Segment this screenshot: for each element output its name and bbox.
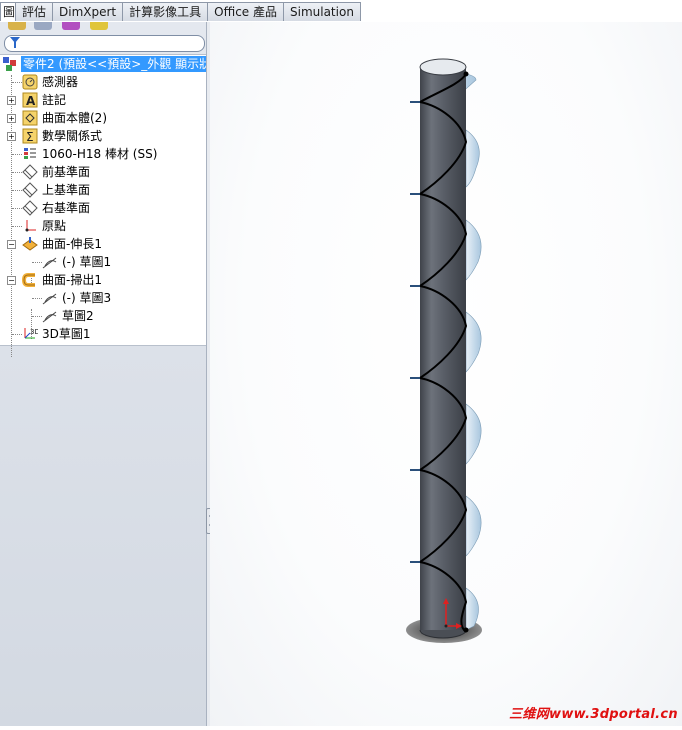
helix-model-view[interactable]: [210, 22, 682, 726]
sketch-icon: [42, 311, 57, 323]
sketch-icon: [42, 257, 57, 269]
surface-sweep-icon: [22, 273, 35, 287]
tree-item-material[interactable]: 1060-H18 棒材 (SS): [0, 145, 207, 163]
tree-filter: [2, 34, 205, 52]
tree-connector: [12, 172, 22, 173]
collapse-toggle[interactable]: −: [7, 276, 16, 285]
watermark-text: 三维网www.3dportal.cn: [509, 707, 678, 722]
tab-office-products[interactable]: Office 產品: [207, 2, 284, 21]
sketch-icon: [42, 293, 57, 305]
tab-row: 圖 評估 DimXpert 計算影像工具 Office 產品 Simulatio…: [0, 2, 361, 22]
tree-item-surface-bodies[interactable]: + 曲面本體(2): [0, 109, 207, 127]
feature-manager-tab-icon[interactable]: [8, 22, 26, 30]
material-icon: [24, 148, 36, 159]
collapse-toggle[interactable]: −: [7, 240, 16, 249]
helix-start-point: [463, 71, 469, 77]
tree-connector: [12, 334, 22, 335]
helix-left-markers: [410, 101, 420, 563]
cylinder-top-face: [419, 58, 467, 76]
tree-connector: [32, 262, 42, 263]
part-icon: [3, 57, 16, 71]
part-name-label: 零件2 (預設<<預設>_外觀 顯示狀: [21, 56, 207, 72]
dimxpert-manager-tab-icon[interactable]: [90, 22, 108, 30]
svg-text:A: A: [26, 94, 36, 108]
origin-icon: [25, 220, 36, 232]
equations-icon: Σ: [22, 128, 38, 144]
filter-input[interactable]: [4, 35, 205, 52]
tree-item-sketch1[interactable]: (-) 草圖1: [0, 253, 207, 271]
expand-toggle[interactable]: +: [7, 96, 16, 105]
property-manager-tab-icon[interactable]: [34, 22, 52, 30]
tree-connector: [12, 226, 22, 227]
plane-icon: [22, 200, 38, 216]
plane-icon: [22, 164, 38, 180]
tree-connector: [12, 82, 22, 83]
tree-item-right-plane[interactable]: 右基準面: [0, 199, 207, 217]
tree-connector: [12, 190, 22, 191]
cylinder-body: [420, 67, 466, 630]
tree-connector: [32, 316, 42, 317]
tree-item-front-plane[interactable]: 前基準面: [0, 163, 207, 181]
tree-item-surface-sweep[interactable]: − 曲面-掃出1: [0, 271, 207, 289]
helix-end-point: [463, 627, 469, 633]
filter-icon[interactable]: [10, 37, 20, 48]
configuration-manager-tab-icon[interactable]: [62, 22, 80, 30]
command-manager-tabs: 圖 評估 DimXpert 計算影像工具 Office 產品 Simulatio…: [0, 0, 682, 22]
tab-features[interactable]: 圖: [0, 2, 16, 21]
svg-text:Σ: Σ: [26, 130, 34, 144]
tree-item-annotations[interactable]: + A 註記: [0, 91, 207, 109]
tree-item-surface-extrude[interactable]: − 曲面-伸長1: [0, 235, 207, 253]
tree-item-sensors[interactable]: 感測器: [0, 73, 207, 91]
tree-item-sketch3[interactable]: (-) 草圖3: [0, 289, 207, 307]
expand-toggle[interactable]: +: [7, 114, 16, 123]
tree-connector: [32, 298, 42, 299]
tab-evaluate[interactable]: 評估: [15, 2, 54, 21]
tab-render-tools[interactable]: 計算影像工具: [122, 2, 209, 21]
plane-icon: [22, 182, 38, 198]
tab-simulation[interactable]: Simulation: [283, 2, 361, 21]
svg-text:3D: 3D: [30, 328, 38, 336]
feature-tree: 零件2 (預設<<預設>_外觀 顯示狀 感測器 + A 註記 + 曲面本體(2): [0, 54, 207, 357]
annotation-icon: A: [22, 92, 38, 108]
panel-tab-icons: [0, 22, 207, 32]
tree-connector: [12, 154, 22, 155]
tree-connector: [12, 208, 22, 209]
surface-bodies-icon: [22, 110, 38, 126]
tree-item-sketch2[interactable]: 草圖2: [0, 307, 207, 325]
feature-manager-panel: 零件2 (預設<<預設>_外觀 顯示狀 感測器 + A 註記 + 曲面本體(2): [0, 22, 208, 726]
surface-extrude-icon: [22, 237, 38, 251]
sketch3d-icon: 3D: [24, 328, 38, 339]
tree-item-top-plane[interactable]: 上基準面: [0, 181, 207, 199]
tree-root[interactable]: 零件2 (預設<<預設>_外觀 顯示狀: [0, 55, 207, 73]
sensor-icon: [22, 74, 38, 90]
tab-dimxpert[interactable]: DimXpert: [52, 2, 124, 21]
expand-toggle[interactable]: +: [7, 132, 16, 141]
tree-item-equations[interactable]: + Σ 數學關係式: [0, 127, 207, 145]
tree-item-3d-sketch1[interactable]: 3D 3D草圖1: [0, 325, 207, 343]
graphics-area[interactable]: [210, 22, 682, 726]
tree-item-origin[interactable]: 原點: [0, 217, 207, 235]
